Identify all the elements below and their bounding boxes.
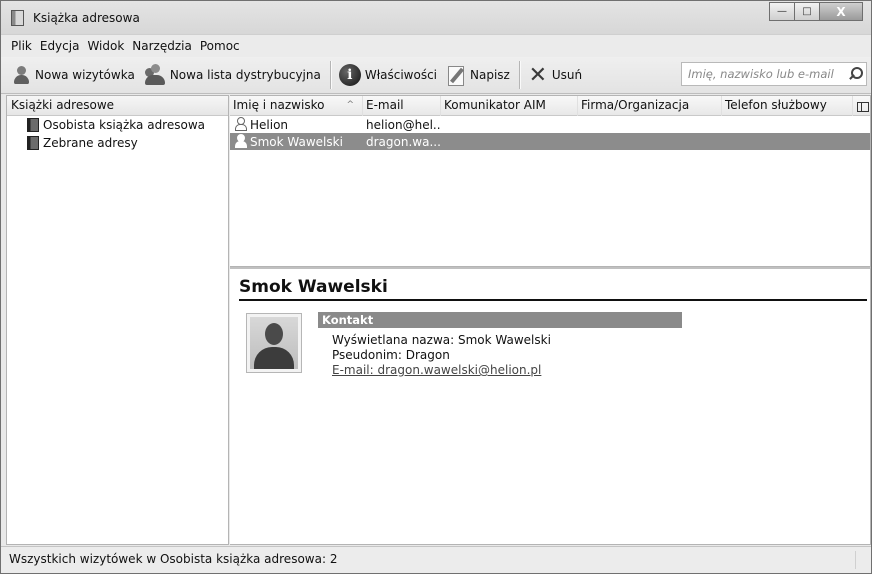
address-books-header[interactable]: Książki adresowe: [7, 96, 228, 116]
column-company[interactable]: Firma/Organizacja: [578, 96, 722, 116]
contact-name-cell: Smok Wawelski: [230, 134, 363, 149]
column-work-phone[interactable]: Telefon służbowy: [722, 96, 853, 116]
info-icon: i: [338, 64, 361, 86]
delete-label: Usuń: [551, 68, 583, 82]
new-list-label: Nowa lista dystrybucyjna: [169, 68, 321, 82]
write-button[interactable]: Napisz: [442, 60, 515, 90]
card-divider: [239, 299, 867, 301]
window-controls: — □ X: [769, 2, 863, 22]
card-contact-name: Smok Wawelski: [239, 277, 388, 297]
display-name-line: Wyświetlana nazwa: Smok Wawelski: [332, 333, 551, 347]
close-button[interactable]: X: [819, 2, 863, 21]
contact-name-cell: Helion: [230, 117, 363, 132]
book-icon: [27, 136, 39, 150]
column-headers: Imię i nazwisko ^ E-mail Komunikator AIM…: [230, 96, 870, 116]
contact-card-view: Smok Wawelski Kontakt Wyświetlana nazwa:…: [230, 267, 871, 545]
address-books-pane: Książki adresowe Osobista książka adreso…: [6, 95, 229, 545]
minimize-button[interactable]: —: [769, 2, 795, 21]
toolbar-separator: [329, 61, 331, 89]
column-picker-icon[interactable]: [857, 100, 869, 112]
menu-narzedzia[interactable]: Narzędzia: [132, 39, 192, 53]
search-icon[interactable]: [846, 65, 864, 83]
book-label: Zebrane adresy: [43, 136, 138, 150]
book-item-collected[interactable]: Zebrane adresy: [7, 134, 228, 152]
new-list-icon: [144, 64, 166, 86]
menu-widok[interactable]: Widok: [87, 39, 124, 53]
menu-pomoc[interactable]: Pomoc: [200, 39, 240, 53]
email-line: E-mail: dragon.wawelski@helion.pl: [332, 363, 541, 377]
section-contact-header: Kontakt: [318, 312, 682, 328]
title-bar[interactable]: Książka adresowa — □ X: [1, 1, 871, 35]
avatar-placeholder-icon: [250, 317, 298, 369]
properties-button[interactable]: i Właściwości: [335, 60, 442, 90]
new-contact-icon: [13, 65, 31, 85]
contact-icon: [234, 117, 247, 131]
column-name[interactable]: Imię i nazwisko ^: [230, 96, 363, 116]
email-link[interactable]: E-mail: dragon.wawelski@helion.pl: [332, 363, 541, 377]
compose-icon: [446, 64, 466, 86]
new-contact-label: Nowa wizytówka: [35, 68, 135, 82]
book-icon: [27, 118, 39, 132]
contact-row-selected[interactable]: Smok Wawelski dragon.wa...: [230, 133, 870, 150]
contact-row[interactable]: Helion helion@hel...: [230, 116, 870, 133]
new-list-button[interactable]: Nowa lista dystrybucyjna: [140, 60, 326, 90]
properties-label: Właściwości: [364, 68, 437, 82]
column-aim[interactable]: Komunikator AIM: [441, 96, 578, 116]
search-input[interactable]: Imię, nazwisko lub e-mail: [681, 62, 867, 86]
new-contact-button[interactable]: Nowa wizytówka: [9, 60, 140, 90]
search-placeholder: Imię, nazwisko lub e-mail: [688, 67, 834, 81]
status-bar: Wszystkich wizytówek w Osobista książka …: [1, 546, 871, 573]
delete-button[interactable]: ✕ Usuń: [524, 60, 587, 90]
write-label: Napisz: [470, 68, 510, 82]
nickname-line: Pseudonim: Dragon: [332, 348, 450, 362]
contact-name: Helion: [250, 118, 289, 132]
address-book-window: Książka adresowa — □ X Plik Edycja Widok…: [0, 0, 872, 574]
menu-plik[interactable]: Plik: [11, 39, 32, 53]
status-text: Wszystkich wizytówek w Osobista książka …: [9, 552, 338, 566]
maximize-button[interactable]: □: [794, 2, 820, 21]
contact-icon: [234, 134, 247, 148]
delete-icon: ✕: [528, 62, 548, 88]
contacts-list: Imię i nazwisko ^ E-mail Komunikator AIM…: [230, 95, 871, 267]
contact-email: helion@hel...: [366, 117, 441, 132]
menu-bar: Plik Edycja Widok Narzędzia Pomoc: [1, 35, 871, 57]
menu-edycja[interactable]: Edycja: [40, 39, 80, 53]
column-email[interactable]: E-mail: [363, 96, 441, 116]
book-label: Osobista książka adresowa: [43, 118, 205, 132]
address-book-app-icon: [11, 10, 24, 26]
resize-grip[interactable]: [855, 551, 869, 569]
book-item-personal[interactable]: Osobista książka adresowa: [7, 116, 228, 134]
contact-photo: [246, 313, 302, 373]
toolbar-separator: [518, 61, 520, 89]
window-title: Książka adresowa: [33, 11, 140, 25]
column-label: Imię i nazwisko: [233, 97, 325, 112]
contact-email: dragon.wa...: [366, 134, 441, 149]
contact-name: Smok Wawelski: [250, 135, 343, 149]
sort-ascending-icon: ^: [346, 99, 354, 110]
